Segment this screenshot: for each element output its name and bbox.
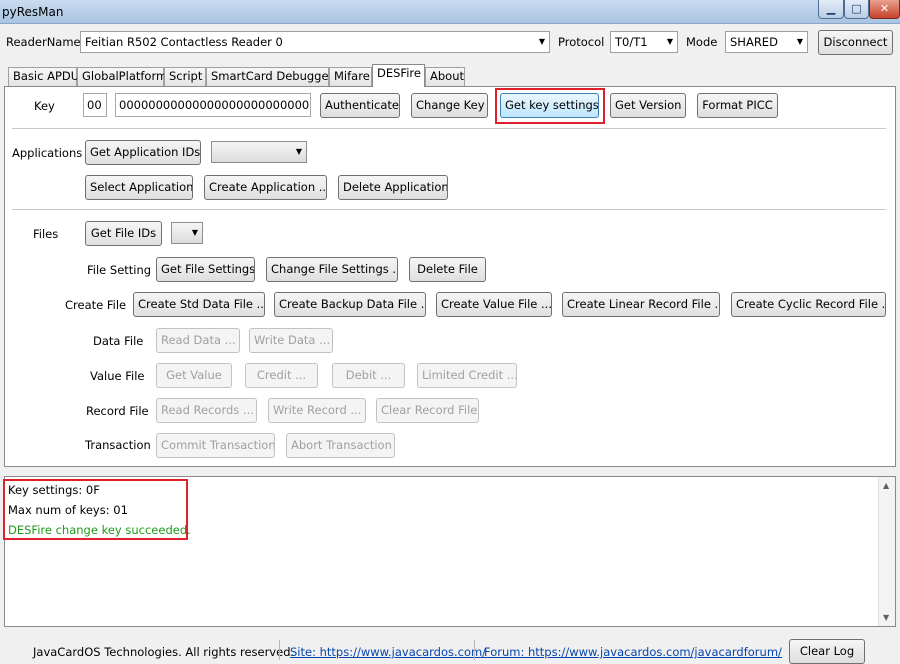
create-backup-data-file-button[interactable]: Create Backup Data File ... — [274, 292, 426, 317]
highlight-box — [3, 479, 188, 540]
tab-basic-apdu[interactable]: Basic APDU — [8, 67, 79, 86]
protocol-value: T0/T1 — [615, 35, 648, 49]
create-linear-record-file-button[interactable]: Create Linear Record File ... — [562, 292, 720, 317]
chevron-down-icon: ▼ — [191, 228, 198, 237]
credit-button[interactable]: Credit ... — [245, 363, 318, 388]
disconnect-button[interactable]: Disconnect — [818, 30, 893, 55]
get-application-ids-button[interactable]: Get Application IDs — [85, 140, 201, 165]
minimize-button[interactable]: ▁ — [818, 0, 844, 19]
authenticate-button[interactable]: Authenticate — [320, 93, 400, 118]
write-record-button[interactable]: Write Record ... — [268, 398, 366, 423]
key-value-input[interactable]: 00000000000000000000000000000000 — [115, 93, 311, 117]
protocol-label: Protocol — [558, 35, 605, 49]
create-value-file-button[interactable]: Create Value File ... — [436, 292, 552, 317]
tab-mifare[interactable]: Mifare — [329, 67, 372, 86]
mode-label: Mode — [686, 35, 718, 49]
application-select[interactable]: ▼ — [211, 141, 307, 163]
reader-select[interactable]: Feitian R502 Contactless Reader 0 ▼ — [80, 31, 550, 53]
chevron-down-icon: ▼ — [666, 37, 673, 46]
limited-credit-button[interactable]: Limited Credit ... — [417, 363, 517, 388]
divider — [474, 640, 475, 660]
reader-value: Feitian R502 Contactless Reader 0 — [85, 35, 283, 49]
transaction-label: Transaction — [85, 438, 151, 452]
highlight-box — [495, 88, 605, 124]
title-bar: pyResMan ▁ □ ✕ — [0, 0, 900, 24]
log-scrollbar[interactable]: ▲ ▼ — [878, 477, 895, 626]
write-data-button[interactable]: Write Data ... — [249, 328, 333, 353]
tab-about[interactable]: About — [425, 67, 465, 86]
site-link[interactable]: Site: https://www.javacardos.com/ — [290, 645, 486, 659]
divider — [12, 128, 886, 129]
maximize-button[interactable]: □ — [844, 0, 869, 19]
get-file-ids-button[interactable]: Get File IDs — [85, 221, 162, 246]
divider — [279, 640, 280, 660]
applications-label: Applications — [12, 146, 83, 160]
scroll-down-icon[interactable]: ▼ — [883, 613, 889, 622]
file-setting-label: File Setting — [87, 263, 152, 277]
get-version-button[interactable]: Get Version — [610, 93, 686, 118]
get-file-settings-button[interactable]: Get File Settings — [156, 257, 255, 282]
tab-globalplatform[interactable]: GlobalPlatform — [77, 67, 167, 86]
tab-script[interactable]: Script — [164, 67, 206, 86]
forum-link[interactable]: Forum: https://www.javacardos.com/javaca… — [484, 645, 782, 659]
clear-log-button[interactable]: Clear Log — [789, 639, 865, 664]
mode-value: SHARED — [730, 35, 778, 49]
create-file-label: Create File — [65, 298, 127, 312]
debit-button[interactable]: Debit ... — [332, 363, 405, 388]
scroll-up-icon[interactable]: ▲ — [883, 481, 889, 490]
mode-select[interactable]: SHARED ▼ — [725, 31, 808, 53]
close-button[interactable]: ✕ — [869, 0, 900, 19]
change-file-settings-button[interactable]: Change File Settings ... — [266, 257, 398, 282]
chevron-down-icon: ▼ — [796, 37, 803, 46]
select-application-button[interactable]: Select Application — [85, 175, 193, 200]
delete-application-button[interactable]: Delete Application — [338, 175, 448, 200]
clear-record-file-button[interactable]: Clear Record File — [376, 398, 479, 423]
tab-smartcard-debugger[interactable]: SmartCard Debugger — [206, 67, 333, 86]
read-data-button[interactable]: Read Data ... — [156, 328, 240, 353]
read-records-button[interactable]: Read Records ... — [156, 398, 257, 423]
data-file-label: Data File — [93, 334, 144, 348]
tab-desfire[interactable]: DESFire — [372, 64, 425, 87]
value-file-label: Value File — [90, 369, 145, 383]
key-label: Key — [34, 99, 55, 113]
create-std-data-file-button[interactable]: Create Std Data File ... — [133, 292, 265, 317]
get-value-button[interactable]: Get Value — [156, 363, 232, 388]
delete-file-button[interactable]: Delete File — [409, 257, 486, 282]
create-application-button[interactable]: Create Application ... — [204, 175, 327, 200]
divider — [12, 209, 886, 210]
files-label: Files — [33, 227, 59, 241]
chevron-down-icon: ▼ — [538, 37, 545, 46]
chevron-down-icon: ▼ — [295, 147, 302, 156]
window-title: pyResMan — [2, 5, 64, 19]
record-file-label: Record File — [86, 404, 149, 418]
create-cyclic-record-file-button[interactable]: Create Cyclic Record File ... — [731, 292, 886, 317]
key-number-input[interactable]: 00 — [83, 93, 107, 117]
commit-transaction-button[interactable]: Commit Transaction — [156, 433, 275, 458]
reader-label: ReaderName — [6, 35, 81, 49]
format-picc-button[interactable]: Format PICC — [697, 93, 778, 118]
protocol-select[interactable]: T0/T1 ▼ — [610, 31, 678, 53]
copyright-text: JavaCardOS Technologies. All rights rese… — [33, 645, 295, 659]
file-select[interactable]: ▼ — [171, 222, 203, 244]
change-key-button[interactable]: Change Key — [411, 93, 488, 118]
abort-transaction-button[interactable]: Abort Transaction — [286, 433, 395, 458]
